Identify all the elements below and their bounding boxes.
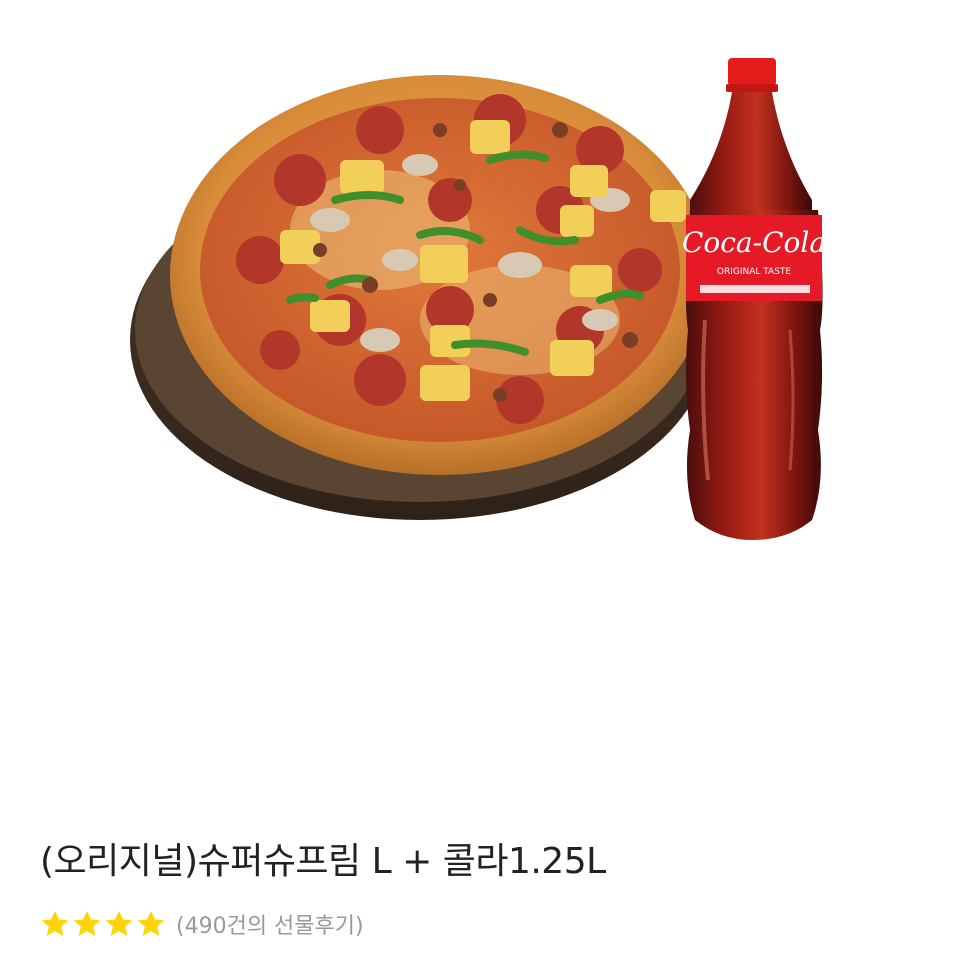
pizza-graphic <box>170 75 710 475</box>
star-rating <box>40 909 168 939</box>
star-icon <box>73 910 101 936</box>
star-icon <box>105 910 133 936</box>
review-count-link[interactable]: (490건의 선물후기) <box>176 908 364 940</box>
rating-row: (490건의 선물후기) <box>40 905 364 943</box>
star-icon <box>41 910 69 936</box>
cola-bottle-graphic: Coca-Cola ORIGINAL TASTE <box>682 58 826 540</box>
product-title: (오리지널)슈퍼슈프림 L + 콜라1.25L <box>40 841 606 882</box>
cola-logo-text: Coca-Cola <box>682 226 826 259</box>
star-icon <box>137 910 165 936</box>
cola-subtitle-text: ORIGINAL TASTE <box>717 267 792 277</box>
product-image[interactable]: Coca-Cola ORIGINAL TASTE <box>0 0 971 800</box>
